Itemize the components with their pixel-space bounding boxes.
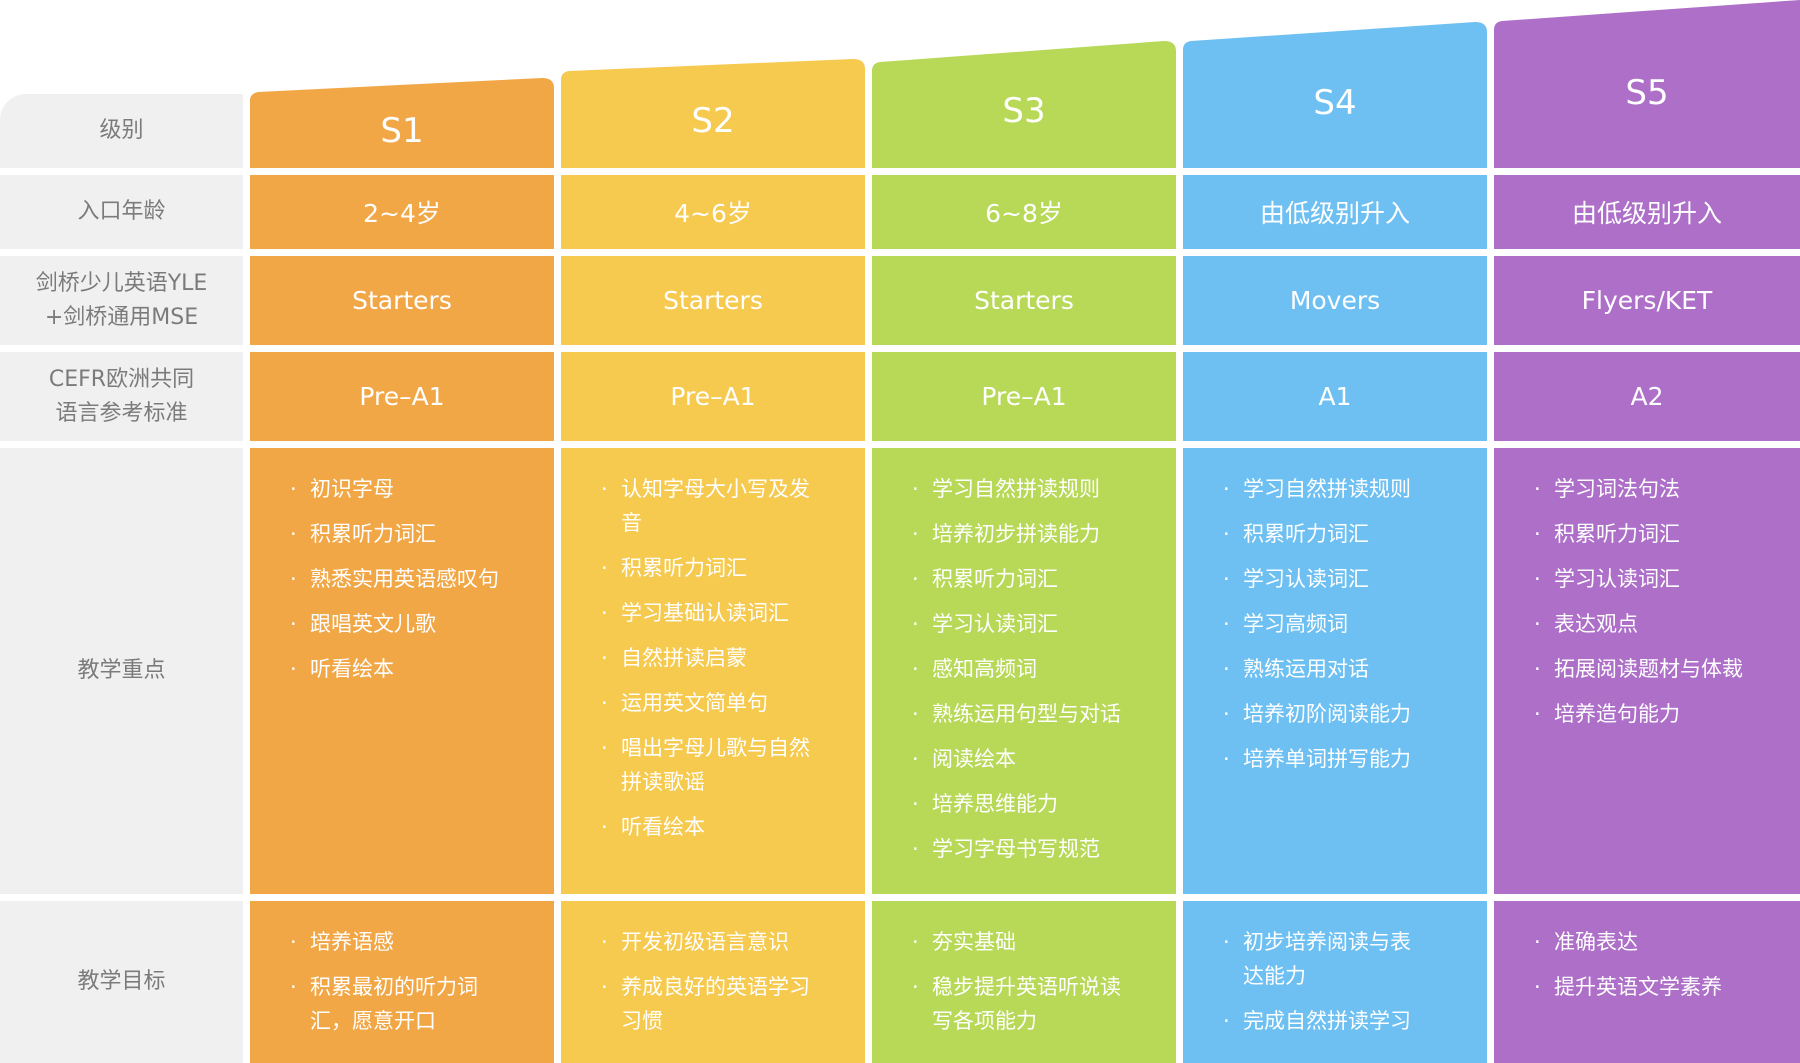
label-cambridge-exam: 剑桥少儿英语YLE +剑桥通用MSE xyxy=(0,256,243,345)
focus-item: 培养单词拼写能力 xyxy=(1221,742,1411,776)
focus-item: 感知高频词 xyxy=(910,652,1121,686)
focus-item: 积累听力词汇 xyxy=(910,562,1121,596)
goal-list-s4: 初步培养阅读与表达能力 完成自然拼读学习 xyxy=(1221,925,1427,1049)
goal-cell-s5: 准确表达 提升英语文学素养 xyxy=(1494,901,1800,1063)
focus-item: 表达观点 xyxy=(1532,607,1743,641)
focus-cell-s4: 学习自然拼读规则 积累听力词汇 学习认读词汇 学习高频词 熟练运用对话 培养初阶… xyxy=(1183,448,1487,894)
cefr-s4: A1 xyxy=(1183,352,1487,441)
exam-s4: Movers xyxy=(1183,256,1487,345)
entry-age-s2: 4~6岁 xyxy=(561,175,865,249)
goal-item: 准确表达 xyxy=(1532,925,1722,959)
focus-item: 学习词法句法 xyxy=(1532,472,1743,506)
goal-cell-s4: 初步培养阅读与表达能力 完成自然拼读学习 xyxy=(1183,901,1487,1063)
goal-cell-s3: 夯实基础 稳步提升英语听说读写各项能力 xyxy=(872,901,1176,1063)
exam-s5: Flyers/KET xyxy=(1494,256,1800,345)
cefr-s3: Pre–A1 xyxy=(872,352,1176,441)
label-teaching-focus: 教学重点 xyxy=(0,448,243,894)
focus-cell-s2: 认知字母大小写及发音 积累听力词汇 学习基础认读词汇 自然拼读启蒙 运用英文简单… xyxy=(561,448,865,894)
focus-item: 熟练运用句型与对话 xyxy=(910,697,1121,731)
cefr-s5: A2 xyxy=(1494,352,1800,441)
goal-list-s2: 开发初级语言意识 养成良好的英语学习习惯 xyxy=(599,925,825,1049)
goal-item: 夯实基础 xyxy=(910,925,1136,959)
entry-age-s3: 6~8岁 xyxy=(872,175,1176,249)
focus-cell-s5: 学习词法句法 积累听力词汇 学习认读词汇 表达观点 拓展阅读题材与体裁 培养造句… xyxy=(1494,448,1800,894)
goal-item: 积累最初的听力词汇，愿意开口 xyxy=(288,970,514,1038)
focus-item: 自然拼读启蒙 xyxy=(599,641,825,675)
cefr-s1: Pre–A1 xyxy=(250,352,554,441)
label-entry-age: 入口年龄 xyxy=(0,175,243,249)
focus-item: 学习认读词汇 xyxy=(1221,562,1411,596)
goal-item: 养成良好的英语学习习惯 xyxy=(599,970,825,1038)
focus-item: 学习字母书写规范 xyxy=(910,832,1121,866)
focus-list-s4: 学习自然拼读规则 积累听力词汇 学习认读词汇 学习高频词 熟练运用对话 培养初阶… xyxy=(1221,472,1411,787)
focus-item: 培养初阶阅读能力 xyxy=(1221,697,1411,731)
focus-item: 积累听力词汇 xyxy=(599,551,825,585)
goal-item: 完成自然拼读学习 xyxy=(1221,1004,1427,1038)
level-name-s4: S4 xyxy=(1313,83,1357,123)
focus-item: 跟唱英文儿歌 xyxy=(288,607,499,641)
focus-item: 积累听力词汇 xyxy=(288,517,499,551)
focus-item: 熟悉实用英语感叹句 xyxy=(288,562,499,596)
level-name-s1: S1 xyxy=(380,111,424,151)
focus-item: 学习认读词汇 xyxy=(910,607,1121,641)
focus-item: 学习认读词汇 xyxy=(1532,562,1743,596)
label-cefr: CEFR欧洲共同 语言参考标准 xyxy=(0,352,243,441)
level-name-s2: S2 xyxy=(691,101,735,141)
goal-list-s1: 培养语感 积累最初的听力词汇，愿意开口 xyxy=(288,925,514,1049)
goal-cell-s2: 开发初级语言意识 养成良好的英语学习习惯 xyxy=(561,901,865,1063)
focus-cell-s1: 初识字母 积累听力词汇 熟悉实用英语感叹句 跟唱英文儿歌 听看绘本 xyxy=(250,448,554,894)
focus-item: 认知字母大小写及发音 xyxy=(599,472,825,540)
cefr-s2: Pre–A1 xyxy=(561,352,865,441)
goal-item: 初步培养阅读与表达能力 xyxy=(1221,925,1427,993)
exam-s3: Starters xyxy=(872,256,1176,345)
level-name-s5: S5 xyxy=(1625,73,1669,113)
goal-cell-s1: 培养语感 积累最初的听力词汇，愿意开口 xyxy=(250,901,554,1063)
exam-s1: Starters xyxy=(250,256,554,345)
focus-item: 拓展阅读题材与体裁 xyxy=(1532,652,1743,686)
focus-item: 唱出字母儿歌与自然拼读歌谣 xyxy=(599,731,825,799)
focus-item: 熟练运用对话 xyxy=(1221,652,1411,686)
focus-item: 培养造句能力 xyxy=(1532,697,1743,731)
label-teaching-goal: 教学目标 xyxy=(0,901,243,1063)
exam-s2: Starters xyxy=(561,256,865,345)
goal-list-s5: 准确表达 提升英语文学素养 xyxy=(1532,925,1722,1015)
focus-item: 听看绘本 xyxy=(599,810,825,844)
entry-age-s5: 由低级别升入 xyxy=(1494,175,1800,249)
focus-item: 积累听力词汇 xyxy=(1221,517,1411,551)
goal-item: 稳步提升英语听说读写各项能力 xyxy=(910,970,1136,1038)
focus-item: 学习自然拼读规则 xyxy=(910,472,1121,506)
goal-item: 培养语感 xyxy=(288,925,514,959)
focus-item: 学习基础认读词汇 xyxy=(599,596,825,630)
focus-item: 培养思维能力 xyxy=(910,787,1121,821)
focus-item: 听看绘本 xyxy=(288,652,499,686)
focus-list-s5: 学习词法句法 积累听力词汇 学习认读词汇 表达观点 拓展阅读题材与体裁 培养造句… xyxy=(1532,472,1743,742)
focus-item: 学习高频词 xyxy=(1221,607,1411,641)
goal-list-s3: 夯实基础 稳步提升英语听说读写各项能力 xyxy=(910,925,1136,1049)
entry-age-s1: 2~4岁 xyxy=(250,175,554,249)
focus-item: 初识字母 xyxy=(288,472,499,506)
focus-list-s3: 学习自然拼读规则 培养初步拼读能力 积累听力词汇 学习认读词汇 感知高频词 熟练… xyxy=(910,472,1121,877)
level-name-s3: S3 xyxy=(1002,91,1046,131)
focus-item: 积累听力词汇 xyxy=(1532,517,1743,551)
focus-list-s2: 认知字母大小写及发音 积累听力词汇 学习基础认读词汇 自然拼读启蒙 运用英文简单… xyxy=(599,472,825,855)
focus-list-s1: 初识字母 积累听力词汇 熟悉实用英语感叹句 跟唱英文儿歌 听看绘本 xyxy=(288,472,499,697)
focus-item: 培养初步拼读能力 xyxy=(910,517,1121,551)
focus-item: 学习自然拼读规则 xyxy=(1221,472,1411,506)
focus-item: 运用英文简单句 xyxy=(599,686,825,720)
focus-cell-s3: 学习自然拼读规则 培养初步拼读能力 积累听力词汇 学习认读词汇 感知高频词 熟练… xyxy=(872,448,1176,894)
goal-item: 提升英语文学素养 xyxy=(1532,970,1722,1004)
focus-item: 阅读绘本 xyxy=(910,742,1121,776)
entry-age-s4: 由低级别升入 xyxy=(1183,175,1487,249)
goal-item: 开发初级语言意识 xyxy=(599,925,825,959)
